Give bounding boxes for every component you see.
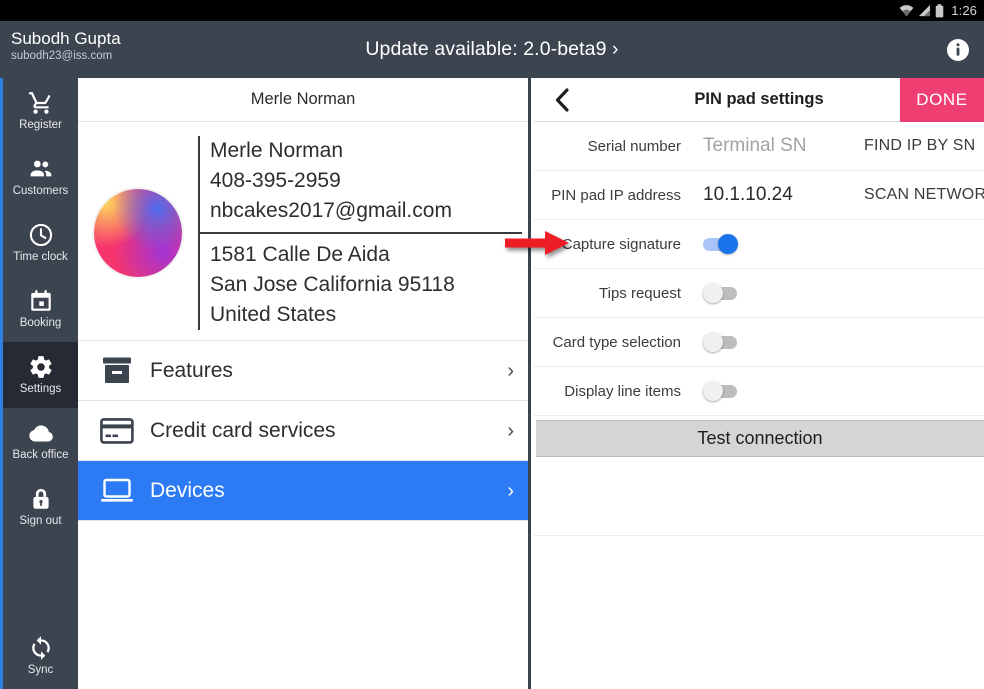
serial-number-row[interactable]: Serial number Terminal SN FIND IP BY SN	[534, 122, 984, 171]
sidebar-item-sign-out[interactable]: Sign out	[3, 474, 78, 540]
display-line-items-row[interactable]: Display line items	[534, 367, 984, 416]
pinpad-ip-row[interactable]: PIN pad IP address 10.1.10.24 SCAN NETWO…	[534, 171, 984, 220]
back-chevron-icon[interactable]	[534, 87, 590, 112]
calendar-icon	[28, 288, 54, 314]
laptop-icon	[100, 478, 144, 504]
sidebar-item-time-clock[interactable]: Time clock	[3, 210, 78, 276]
sidebar-item-label: Sign out	[19, 515, 62, 527]
lock-icon	[28, 486, 54, 512]
menu-item-devices[interactable]: Devices ›	[78, 461, 528, 521]
address-block: 1581 Calle De Aida San Jose California 9…	[198, 234, 522, 330]
sidebar-item-back-office[interactable]: Back office	[3, 408, 78, 474]
status-bar-clock: 1:26	[951, 3, 977, 18]
battery-icon	[935, 3, 944, 18]
sidebar-item-label: Sync	[27, 664, 54, 676]
app-window: 1:26 Subodh Gupta subodh23@iss.com Updat…	[0, 0, 984, 689]
pinpad-ip-input[interactable]: 10.1.10.24	[703, 184, 793, 206]
tips-request-toggle[interactable]	[703, 282, 739, 304]
card-type-selection-label: Card type selection	[552, 333, 681, 351]
panel-divider	[534, 535, 984, 536]
toggle-thumb	[703, 283, 723, 303]
archive-box-icon	[100, 356, 144, 386]
page-title: Merle Norman	[250, 90, 356, 108]
sidebar-item-customers[interactable]: Customers	[3, 144, 78, 210]
android-status-bar: 1:26	[0, 0, 984, 21]
chevron-right-icon: ›	[507, 419, 514, 442]
menu-item-label: Features	[150, 358, 233, 382]
address-city: San Jose California 95118	[210, 273, 455, 296]
top-app-bar: Subodh Gupta subodh23@iss.com Update ava…	[0, 21, 984, 78]
people-icon	[28, 156, 54, 182]
find-ip-by-sn-button[interactable]: FIND IP BY SN	[864, 137, 975, 155]
business-header: Merle Norman	[78, 78, 528, 122]
sidebar-item-label: Booking	[19, 317, 62, 329]
sidebar-item-label: Settings	[19, 383, 62, 395]
left-navigation-rail: Register Customers Time clock Booking Se	[0, 78, 78, 689]
sidebar-item-label: Register	[19, 119, 62, 131]
card-type-selection-toggle[interactable]	[703, 331, 739, 353]
avatar	[94, 189, 182, 277]
menu-item-features[interactable]: Features ›	[78, 341, 528, 401]
cloud-icon	[28, 420, 54, 446]
chevron-right-icon: ›	[507, 359, 514, 382]
toggle-thumb	[718, 234, 738, 254]
sync-icon	[28, 635, 54, 661]
toggle-thumb	[703, 332, 723, 352]
toggle-thumb	[703, 381, 723, 401]
menu-item-credit-card-services[interactable]: Credit card services ›	[78, 401, 528, 461]
capture-signature-row[interactable]: Capture signature	[534, 220, 984, 269]
chevron-right-icon: ›	[507, 479, 514, 502]
sidebar-item-label: Back office	[12, 449, 69, 461]
business-details: Merle Norman 408-395-2959 nbcakes2017@gm…	[198, 136, 528, 330]
scan-network-button[interactable]: SCAN NETWORK	[864, 186, 984, 204]
business-email: nbcakes2017@gmail.com	[210, 199, 452, 222]
test-connection-button[interactable]: Test connection	[536, 420, 984, 457]
avatar-container	[78, 136, 198, 330]
menu-item-label: Credit card services	[150, 418, 336, 442]
pinpad-settings-panel: PIN pad settings DONE Serial number Term…	[534, 78, 984, 689]
capture-signature-toggle[interactable]	[703, 233, 739, 255]
display-line-items-toggle[interactable]	[703, 380, 739, 402]
display-line-items-label: Display line items	[564, 382, 681, 400]
done-button[interactable]: DONE	[900, 78, 984, 122]
update-available-banner[interactable]: Update available: 2.0-beta9 ›	[0, 21, 984, 78]
clock-icon	[28, 222, 54, 248]
gear-icon	[28, 354, 54, 380]
business-name: Merle Norman	[210, 139, 344, 162]
contact-block: Merle Norman 408-395-2959 nbcakes2017@gm…	[198, 136, 522, 232]
capture-signature-label: Capture signature	[561, 235, 681, 253]
address-country: United States	[210, 303, 337, 326]
pinpad-ip-label: PIN pad IP address	[551, 186, 681, 204]
sidebar-item-booking[interactable]: Booking	[3, 276, 78, 342]
serial-number-label: Serial number	[587, 137, 681, 155]
shopping-cart-icon	[28, 90, 54, 116]
sidebar-item-settings[interactable]: Settings	[3, 342, 78, 408]
address-street: 1581 Calle De Aida	[210, 243, 390, 266]
tips-request-label: Tips request	[599, 284, 681, 302]
tips-request-row[interactable]: Tips request	[534, 269, 984, 318]
info-icon[interactable]	[946, 38, 970, 62]
card-type-selection-row[interactable]: Card type selection	[534, 318, 984, 367]
sidebar-item-sync[interactable]: Sync	[3, 623, 78, 689]
settings-middle-panel: Merle Norman Merle Norman 408-395-2959 n…	[78, 78, 531, 689]
business-card[interactable]: Merle Norman 408-395-2959 nbcakes2017@gm…	[78, 122, 528, 341]
menu-item-label: Devices	[150, 478, 225, 502]
sidebar-item-label: Time clock	[13, 251, 68, 263]
business-phone: 408-395-2959	[210, 169, 341, 192]
wifi-icon	[899, 4, 914, 17]
serial-number-input[interactable]: Terminal SN	[703, 135, 806, 157]
pinpad-header: PIN pad settings DONE	[534, 78, 984, 122]
credit-card-icon	[100, 417, 144, 444]
sidebar-item-label: Customers	[12, 185, 69, 197]
sidebar-item-register[interactable]: Register	[3, 78, 78, 144]
signal-icon	[918, 4, 931, 17]
